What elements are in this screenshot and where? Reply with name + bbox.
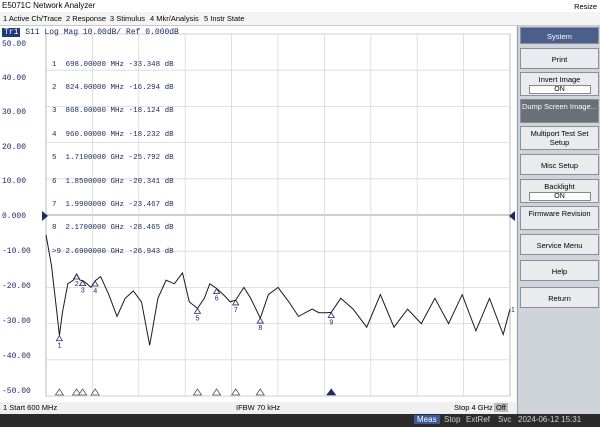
softkey-multiport-test-set-setup[interactable]: Multiport Test Set Setup xyxy=(520,126,599,150)
menu-instr-state[interactable]: 5 Instr State xyxy=(204,14,244,23)
marker-row: 5 1.7100000 GHz -25.792 dB xyxy=(52,154,174,163)
trace-badge[interactable]: Tr1 xyxy=(2,28,21,37)
softkey-dump-screen-image[interactable]: Dump Screen Image... xyxy=(520,99,599,123)
menu-active-ch-trace[interactable]: 1 Active Ch/Trace xyxy=(3,14,62,23)
ifbw-value[interactable]: IFBW 70 kHz xyxy=(236,403,280,412)
datetime: 2024-06-12 15:31 xyxy=(518,415,582,424)
y-tick-label: 40.00 xyxy=(2,74,27,83)
marker-row: 2 824.00000 MHz -16.294 dB xyxy=(52,83,174,92)
softkey-label: Invert Image xyxy=(538,75,581,84)
softkey-misc-setup[interactable]: Misc Setup xyxy=(520,154,599,175)
softkey-service-menu[interactable]: Service Menu xyxy=(520,234,599,255)
softkey-backlight[interactable]: Backlight ON xyxy=(520,179,599,203)
marker-triangle xyxy=(78,279,87,287)
marker-label: 5 xyxy=(195,315,199,323)
marker-label: 8 xyxy=(258,325,262,333)
y-tick-label: 50.00 xyxy=(2,40,27,49)
marker-label: 7 xyxy=(234,307,238,315)
marker-triangle xyxy=(212,287,221,295)
marker-position-triangle xyxy=(192,388,203,396)
softkey-system[interactable]: System xyxy=(520,27,599,44)
marker-label: 2 xyxy=(75,281,79,289)
marker-position-triangle xyxy=(255,388,266,396)
marker-triangle xyxy=(55,334,64,342)
active-marker-position-triangle xyxy=(326,389,337,395)
menu-stimulus[interactable]: 3 Stimulus xyxy=(110,14,145,23)
menu-response[interactable]: 2 Response xyxy=(66,14,106,23)
trace-number-label: 1 xyxy=(511,307,515,314)
marker-triangle xyxy=(193,307,202,314)
softkey-firmware-revision[interactable]: Firmware Revision xyxy=(520,206,599,230)
softkey-label: Service Menu xyxy=(536,241,583,250)
marker-triangle xyxy=(256,317,264,324)
y-tick-label: 0.000 xyxy=(2,212,27,221)
start-frequency[interactable]: 1 Start 600 MHz xyxy=(3,403,57,412)
softkey-print[interactable]: Print xyxy=(520,48,599,69)
marker-label: 3 xyxy=(81,288,85,296)
svc-indicator: Svc xyxy=(498,415,512,424)
channel-status-bar: 1 Start 600 MHz IFBW 70 kHz Stop 4 GHz O… xyxy=(0,402,516,414)
marker-row: >9 2.6900000 GHz -26.943 dB xyxy=(52,247,174,256)
window-title: E5071C Network Analyzer xyxy=(2,1,96,10)
menu-bar: 1 Active Ch/Trace 2 Response 3 Stimulus … xyxy=(0,12,600,26)
marker-label: 1 xyxy=(57,343,61,351)
y-tick-label: -20.00 xyxy=(2,282,31,291)
softkey-label: Misc Setup xyxy=(540,161,579,170)
softkey-label: System xyxy=(546,32,572,41)
stop-indicator: Stop xyxy=(444,415,461,424)
marker-position-triangle xyxy=(54,388,65,396)
marker-position-triangle xyxy=(230,388,241,396)
softkey-invert-image[interactable]: Invert Image ON xyxy=(520,72,599,96)
off-indicator: Off xyxy=(494,403,508,412)
softkey-label: Backlight xyxy=(544,182,575,191)
marker-row: 6 1.8500000 GHz -20.341 dB xyxy=(52,177,174,186)
marker-row: 3 868.00000 MHz -18.124 dB xyxy=(52,107,174,116)
marker-label: 9 xyxy=(329,320,333,328)
softkey-label: Multiport Test Set Setup xyxy=(530,129,589,147)
trace-header: Tr1 S11 Log Mag 10.00dB/ Ref 0.000dB xyxy=(2,28,179,38)
y-tick-label: 10.00 xyxy=(2,177,27,186)
marker-row: 7 1.9900000 GHz -23.467 dB xyxy=(52,200,174,209)
reference-level-arrow-left-icon xyxy=(42,211,48,221)
trace-label: S11 Log Mag 10.00dB/ Ref 0.000dB xyxy=(25,28,179,37)
extref-indicator: ExtRef xyxy=(466,415,491,424)
instrument-status-bar: Meas Stop ExtRef Svc 2024-06-12 15:31 xyxy=(0,414,600,427)
marker-position-triangle xyxy=(211,388,222,396)
softkey-label: Dump Screen Image... xyxy=(521,102,598,111)
marker-position-triangle xyxy=(77,388,88,396)
marker-triangle xyxy=(327,311,335,318)
softkey-label: Help xyxy=(551,267,568,276)
resize-button[interactable]: Resize xyxy=(574,2,597,11)
softkey-panel: System Print Invert Image ON Dump Screen … xyxy=(517,26,600,414)
softkey-label: Return xyxy=(548,294,571,303)
marker-row: 8 2.1700000 GHz -28.465 dB xyxy=(52,224,174,233)
y-tick-label: 30.00 xyxy=(2,108,27,117)
softkey-help[interactable]: Help xyxy=(520,260,599,281)
y-tick-label: -40.00 xyxy=(2,352,31,361)
reference-level-arrow-right-icon xyxy=(509,211,515,221)
menu-mkr-analysis[interactable]: 4 Mkr/Analysis xyxy=(150,14,199,23)
marker-table: 1 698.00000 MHz -33.348 dB 2 824.00000 M… xyxy=(52,46,174,264)
softkey-label: Print xyxy=(551,55,568,64)
marker-label: 4 xyxy=(93,288,97,296)
marker-row: 4 960.00000 MHz -18.232 dB xyxy=(52,130,174,139)
softkey-return[interactable]: Return xyxy=(520,287,599,308)
marker-row: 1 698.00000 MHz -33.348 dB xyxy=(52,60,174,69)
backlight-state: ON xyxy=(528,192,591,201)
meas-indicator: Meas xyxy=(414,415,440,424)
marker-label: 6 xyxy=(215,296,219,304)
y-tick-label: 20.00 xyxy=(2,143,27,152)
y-tick-label: -10.00 xyxy=(2,247,31,256)
softkey-label: Firmware Revision xyxy=(528,209,591,218)
stop-frequency[interactable]: Stop 4 GHz xyxy=(454,403,493,412)
y-tick-label: -30.00 xyxy=(2,317,31,326)
marker-triangle xyxy=(72,273,81,280)
y-tick-label: -50.00 xyxy=(2,387,31,396)
invert-image-state: ON xyxy=(528,85,591,94)
